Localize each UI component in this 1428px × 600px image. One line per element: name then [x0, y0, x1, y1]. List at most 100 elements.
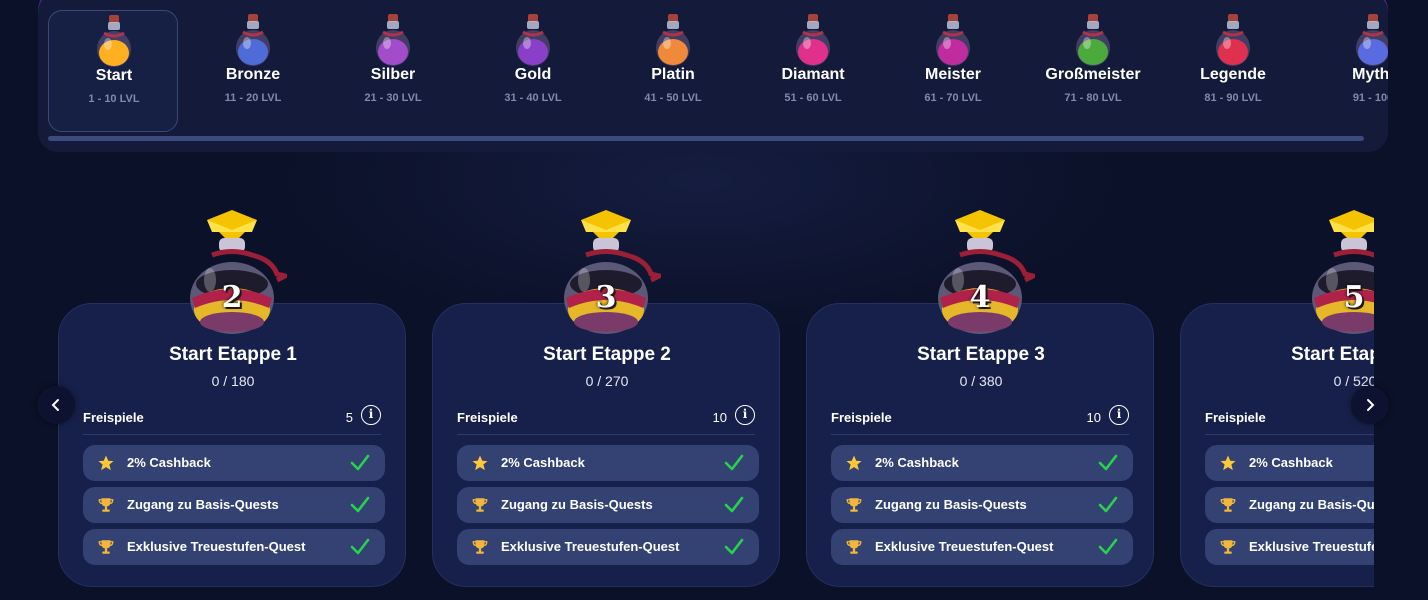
potion-icon	[1349, 12, 1388, 70]
tier-selector: Start 1 - 10 LVL Bronze 11 - 20 LVL Silb…	[38, 0, 1388, 152]
tier-level-range: 61 - 70 LVL	[924, 92, 982, 104]
perk-row: Exklusive Treuestufen-Quest	[1205, 529, 1374, 565]
tier-3[interactable]: Silber 21 - 30 LVL	[328, 10, 458, 132]
potion-icon	[369, 12, 417, 70]
info-icon[interactable]: i	[361, 405, 381, 425]
tier-name: Legende	[1200, 66, 1266, 83]
trophy-icon	[97, 538, 115, 556]
stage-potion-icon: 5	[1299, 210, 1374, 335]
star-icon	[471, 454, 489, 472]
perk-label: Zugang zu Basis-Quests	[1249, 497, 1374, 512]
tier-6[interactable]: Diamant 51 - 60 LVL	[748, 10, 878, 132]
stage-potion-icon: 2	[177, 210, 293, 335]
perk-label: 2% Cashback	[127, 455, 211, 470]
tier-name: Bronze	[225, 66, 281, 83]
freespins-label: Freispiele	[831, 410, 892, 425]
check-icon	[349, 494, 371, 516]
freespins-label: Freispiele	[83, 410, 144, 425]
tier-level-range: 31 - 40 LVL	[504, 92, 562, 104]
check-icon	[1097, 452, 1119, 474]
freespins-value: 10	[712, 410, 727, 425]
perk-label: 2% Cashback	[1249, 455, 1333, 470]
potion-icon	[509, 12, 557, 70]
potion-icon	[1209, 12, 1257, 70]
perk-row: 2% Cashback	[831, 445, 1133, 481]
trophy-icon	[471, 496, 489, 514]
perk-row: Zugang zu Basis-Quests	[83, 487, 385, 523]
tier-name: Großmeister	[1045, 66, 1141, 83]
tier-level-range: 91 - 100	[1352, 92, 1388, 104]
tier-name: Start	[95, 67, 133, 84]
info-icon[interactable]: i	[1109, 405, 1129, 425]
tier-level-range: 21 - 30 LVL	[364, 92, 422, 104]
tier-8[interactable]: Großmeister 71 - 80 LVL	[1028, 10, 1158, 132]
star-icon	[1219, 454, 1237, 472]
tier-scrollbar[interactable]	[48, 136, 1364, 141]
potion-icon	[229, 12, 277, 70]
star-icon	[97, 454, 115, 472]
info-icon[interactable]: i	[735, 405, 755, 425]
perk-row: Zugang zu Basis-Quests	[1205, 487, 1374, 523]
freespins-value: 10	[1086, 410, 1101, 425]
tier-10[interactable]: Mythi 91 - 100	[1308, 10, 1388, 132]
stage-level-number: 2	[221, 280, 243, 315]
tier-name: Mythi	[1352, 66, 1388, 83]
check-icon	[1097, 536, 1119, 558]
perk-label: 2% Cashback	[501, 455, 585, 470]
check-icon	[349, 452, 371, 474]
perk-label: Zugang zu Basis-Quests	[875, 497, 1027, 512]
stage-progress: 0 / 520	[1333, 373, 1374, 389]
divider	[457, 434, 755, 435]
chevron-right-icon	[1367, 399, 1375, 411]
check-icon	[723, 494, 745, 516]
prev-button[interactable]	[37, 386, 75, 424]
perk-row: 2% Cashback	[457, 445, 759, 481]
stage-card: Start Etappe 3 0 / 380 Freispiele 10 i 2…	[806, 303, 1154, 587]
freespins-label: Freispiele	[1205, 410, 1266, 425]
tier-9[interactable]: Legende 81 - 90 LVL	[1168, 10, 1298, 132]
perk-row: Exklusive Treuestufen-Quest	[83, 529, 385, 565]
stage-card: Start Etappe 1 0 / 180 Freispiele 5 i 2%…	[58, 303, 406, 587]
tier-name: Silber	[370, 66, 416, 83]
check-icon	[349, 536, 371, 558]
stage-potion-icon: 4	[925, 210, 1041, 335]
stage-level-number: 5	[1343, 280, 1365, 315]
tier-level-range: 11 - 20 LVL	[224, 92, 282, 104]
stage-potion-icon: 3	[551, 210, 667, 335]
stage-card: Start Etappe 4 0 / 520 Freispiele 10 i 2…	[1180, 303, 1374, 587]
tier-level-range: 41 - 50 LVL	[644, 92, 702, 104]
perk-label: Exklusive Treuestufen-Quest	[1249, 539, 1374, 554]
chevron-left-icon	[51, 399, 59, 411]
potion-icon	[649, 12, 697, 70]
trophy-icon	[845, 538, 863, 556]
perk-row: Exklusive Treuestufen-Quest	[457, 529, 759, 565]
perk-row: Zugang zu Basis-Quests	[831, 487, 1133, 523]
tier-4[interactable]: Gold 31 - 40 LVL	[468, 10, 598, 132]
trophy-icon	[845, 496, 863, 514]
perk-label: Zugang zu Basis-Quests	[127, 497, 279, 512]
perk-row: 2% Cashback	[1205, 445, 1374, 481]
tier-level-range: 51 - 60 LVL	[784, 92, 842, 104]
stage-title: Start Etappe 2	[543, 344, 671, 365]
tier-7[interactable]: Meister 61 - 70 LVL	[888, 10, 1018, 132]
next-button[interactable]	[1351, 386, 1389, 424]
tier-name: Meister	[924, 66, 982, 83]
perk-label: Exklusive Treuestufen-Quest	[875, 539, 1054, 554]
stage-title: Start Etappe 3	[917, 344, 1045, 365]
star-icon	[845, 454, 863, 472]
trophy-icon	[471, 538, 489, 556]
tier-2[interactable]: Bronze 11 - 20 LVL	[188, 10, 318, 132]
stage-cards: Start Etappe 1 0 / 180 Freispiele 5 i 2%…	[0, 160, 1374, 600]
divider	[83, 434, 381, 435]
divider	[1205, 434, 1374, 435]
tier-5[interactable]: Platin 41 - 50 LVL	[608, 10, 738, 132]
perk-row: Exklusive Treuestufen-Quest	[831, 529, 1133, 565]
stage-title: Start Etappe 1	[169, 344, 297, 365]
tier-1[interactable]: Start 1 - 10 LVL	[48, 10, 178, 132]
perk-label: 2% Cashback	[875, 455, 959, 470]
tier-name: Platin	[651, 66, 695, 83]
stage-progress: 0 / 380	[959, 373, 1003, 389]
freespins-value: 5	[345, 410, 353, 425]
stage-title: Start Etappe 4	[1291, 344, 1374, 365]
stage-progress: 0 / 270	[585, 373, 629, 389]
